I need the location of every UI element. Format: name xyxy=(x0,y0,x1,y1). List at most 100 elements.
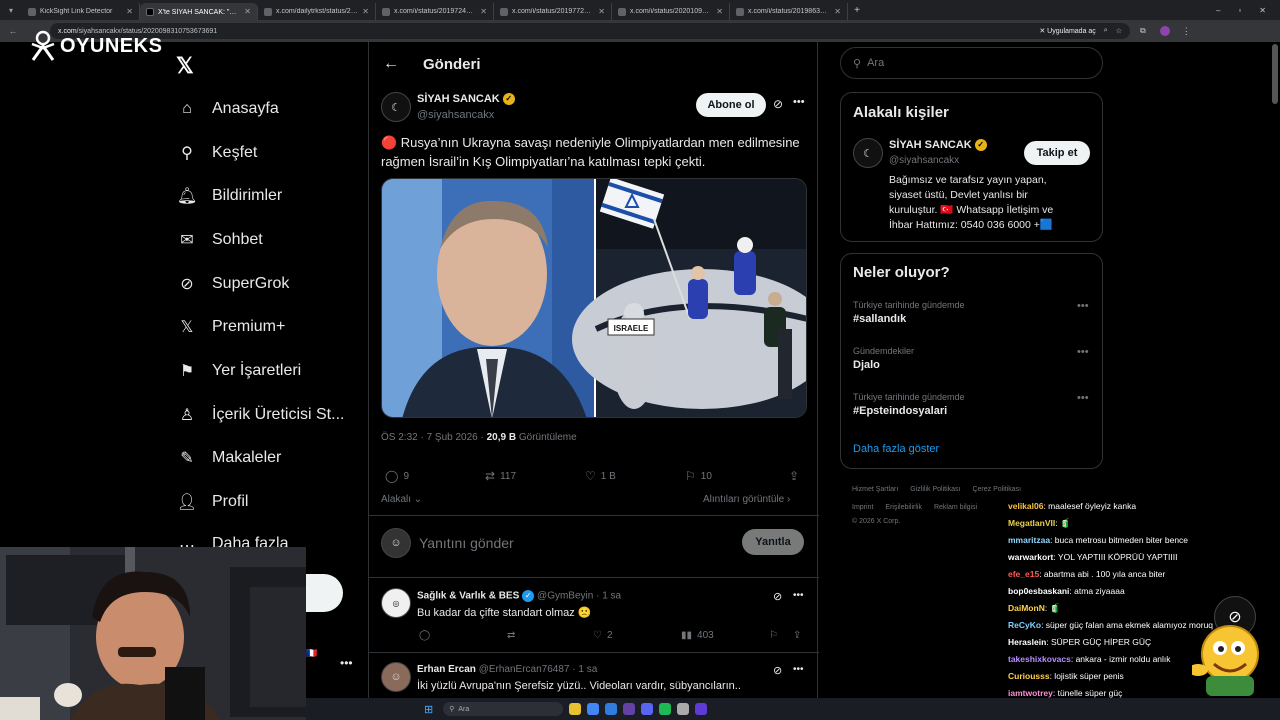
show-more-link[interactable]: Daha fazla göster xyxy=(853,443,939,455)
x-logo-icon[interactable]: 𝕏 xyxy=(176,53,194,79)
browser-tab[interactable]: x.com/i/status/202010978965... ✕ xyxy=(612,3,730,20)
chat-username[interactable]: mmaritzaa xyxy=(1008,535,1050,545)
user-avatar[interactable]: ☺ xyxy=(381,528,411,558)
bookmark-star-icon[interactable]: ☆ xyxy=(1116,27,1122,35)
tab-close-icon[interactable]: ✕ xyxy=(834,7,841,16)
related-name-row[interactable]: SİYAH SANCAK ✓ xyxy=(889,139,987,152)
repost-action[interactable]: ⇄ 117 xyxy=(485,469,516,483)
minimize-icon[interactable]: – xyxy=(1216,6,1220,15)
reply-repost-action[interactable]: ⇄ xyxy=(507,630,515,641)
windows-start-icon[interactable]: ⊞ xyxy=(424,703,433,716)
share-action[interactable]: ⇪ xyxy=(789,469,799,483)
window-close-icon[interactable]: ✕ xyxy=(1259,6,1266,15)
tab-close-icon[interactable]: ✕ xyxy=(716,7,723,16)
grok-explain-icon[interactable]: ⊘ xyxy=(773,664,782,677)
account-menu-icon[interactable]: ••• xyxy=(340,656,353,670)
like-action[interactable]: ♡ 1 B xyxy=(585,469,616,483)
extensions-icon[interactable]: ⧉ xyxy=(1140,26,1146,36)
chat-username[interactable]: DaiMonN xyxy=(1008,603,1045,613)
chat-username[interactable]: warwarkort xyxy=(1008,552,1053,562)
nav-item-articles[interactable]: ✎ Makaleler xyxy=(176,447,281,469)
author-name-row[interactable]: SİYAH SANCAK ✓ xyxy=(417,93,515,106)
reply-author-name[interactable]: Erhan Ercan xyxy=(417,664,476,675)
footer-link[interactable]: Erişilebilirlik xyxy=(885,504,922,511)
browser-tab[interactable]: x.com/dailytrkst/status/201986...✕ xyxy=(258,3,376,20)
nav-item-explore[interactable]: ⚲ Keşfet xyxy=(176,142,257,164)
chat-username[interactable]: takeshixkovacs xyxy=(1008,654,1071,664)
tab-close-icon[interactable]: ✕ xyxy=(598,7,605,16)
reply-author-handle[interactable]: @ErhanErcan76487 xyxy=(479,664,570,675)
explorer-icon[interactable] xyxy=(569,703,582,715)
taskbar-search[interactable]: ⚲ Ara xyxy=(443,702,564,716)
footer-link[interactable]: Gizlilik Politikası xyxy=(910,486,960,493)
profile-avatar-icon[interactable] xyxy=(1159,26,1170,36)
reply-views-action[interactable]: ▮▮ 403 xyxy=(681,630,714,641)
nav-item-grok[interactable]: ⊘ SuperGrok xyxy=(176,273,289,295)
zoom-icon[interactable]: ⌕ xyxy=(1104,27,1108,35)
browser-tab-active[interactable]: X'te SİYAH SANCAK: "🔴 Rusya... ✕ xyxy=(140,3,258,20)
post-more-icon[interactable]: ••• xyxy=(793,96,805,108)
reply-reply-action[interactable]: ◯ xyxy=(419,630,430,641)
nav-item-premium[interactable]: 𝕏 Premium+ xyxy=(176,316,286,338)
chat-username[interactable]: MegatlanVII xyxy=(1008,518,1055,528)
post-image[interactable]: ISRAELE xyxy=(381,178,807,418)
chat-username[interactable]: velikal06 xyxy=(1008,501,1043,511)
chat-username[interactable]: Heraslein xyxy=(1008,637,1046,647)
author-handle[interactable]: @siyahsancakx xyxy=(417,109,494,121)
grok-explain-icon[interactable]: ⊘ xyxy=(773,97,783,111)
maximize-icon[interactable]: ▫ xyxy=(1238,6,1241,15)
trend-item[interactable]: Türkiye tarihinde gündemde #sallandık xyxy=(853,300,1093,325)
tab-close-icon[interactable]: ✕ xyxy=(362,7,369,16)
tab-close-icon[interactable]: ✕ xyxy=(244,7,251,16)
post-button[interactable] xyxy=(305,574,343,612)
discord-icon[interactable] xyxy=(641,703,654,715)
new-tab-icon[interactable]: + xyxy=(848,5,866,16)
browser-tab[interactable]: x.com/i/status/201977236480... ✕ xyxy=(494,3,612,20)
nav-item-bookmarks[interactable]: ⚑ Yer İşaretleri xyxy=(176,360,301,382)
reply-button[interactable]: Yanıtla xyxy=(742,529,804,555)
trend-item[interactable]: Türkiye tarihinde gündemde #Epsteindosya… xyxy=(853,392,1093,417)
follow-button[interactable]: Takip et xyxy=(1024,141,1090,165)
reply-author-handle[interactable]: @GymBeyin xyxy=(537,591,593,602)
browser-menu-icon[interactable]: ⋮ xyxy=(1182,26,1191,37)
chrome-icon[interactable] xyxy=(587,703,600,715)
chat-username[interactable]: Curiousss xyxy=(1008,671,1050,681)
back-nav-icon[interactable]: ← xyxy=(6,26,20,36)
reply-more-icon[interactable]: ••• xyxy=(793,590,804,601)
related-avatar[interactable]: ☾ xyxy=(853,138,883,168)
footer-link[interactable]: Imprint xyxy=(852,504,873,511)
footer-link[interactable]: Hizmet Şartları xyxy=(852,486,898,493)
nav-item-profile[interactable]: 👤︎ Profil xyxy=(176,491,249,513)
reply-share-action[interactable]: ⇪ xyxy=(793,630,801,641)
reply-action[interactable]: ◯ 9 xyxy=(385,469,409,483)
footer-link[interactable]: Reklam bilgisi xyxy=(934,504,977,511)
app-icon[interactable] xyxy=(677,703,690,715)
browser-tab[interactable]: x.com/i/status/201986328546... ✕ xyxy=(730,3,848,20)
reply-avatar[interactable]: ◎ xyxy=(381,588,411,618)
trend-more-icon[interactable]: ••• xyxy=(1077,392,1089,404)
related-handle[interactable]: @siyahsancakx xyxy=(889,155,959,166)
tab-search-icon[interactable]: ▾ xyxy=(0,6,22,15)
obs-icon[interactable] xyxy=(695,703,708,715)
relevance-dropdown[interactable]: Alakalı ⌄ xyxy=(381,494,422,505)
scrollbar-thumb[interactable] xyxy=(1272,44,1278,104)
reply-like-action[interactable]: ♡ 2 xyxy=(593,630,613,641)
browser-tab[interactable]: x.com/i/status/20197249843578... ✕ xyxy=(376,3,494,20)
author-avatar[interactable]: ☾ xyxy=(381,92,411,122)
twitch-icon[interactable] xyxy=(623,703,636,715)
nav-item-creator-studio[interactable]: ♙ İçerik Üreticisi St... xyxy=(176,404,345,426)
bookmark-action[interactable]: ⚐ 10 xyxy=(685,469,712,483)
tab-close-icon[interactable]: ✕ xyxy=(126,7,133,16)
trend-more-icon[interactable]: ••• xyxy=(1077,300,1089,312)
chat-username[interactable]: bop0esbaskani xyxy=(1008,586,1069,596)
grok-explain-icon[interactable]: ⊘ xyxy=(773,590,782,603)
nav-item-home[interactable]: ⌂ Anasayfa xyxy=(176,98,279,120)
reply-input[interactable]: Yanıtını gönder xyxy=(419,535,514,551)
reply-avatar[interactable]: ☺ xyxy=(381,662,411,692)
chat-username[interactable]: ReCyKo xyxy=(1008,620,1041,630)
edge-icon[interactable] xyxy=(605,703,618,715)
spotify-icon[interactable] xyxy=(659,703,672,715)
reply-more-icon[interactable]: ••• xyxy=(793,664,804,675)
nav-item-notifications[interactable]: 🔔︎ Bildirimler xyxy=(176,185,282,207)
post-timestamp[interactable]: ÖS 2:32 · 7 Şub 2026 · xyxy=(381,432,484,443)
